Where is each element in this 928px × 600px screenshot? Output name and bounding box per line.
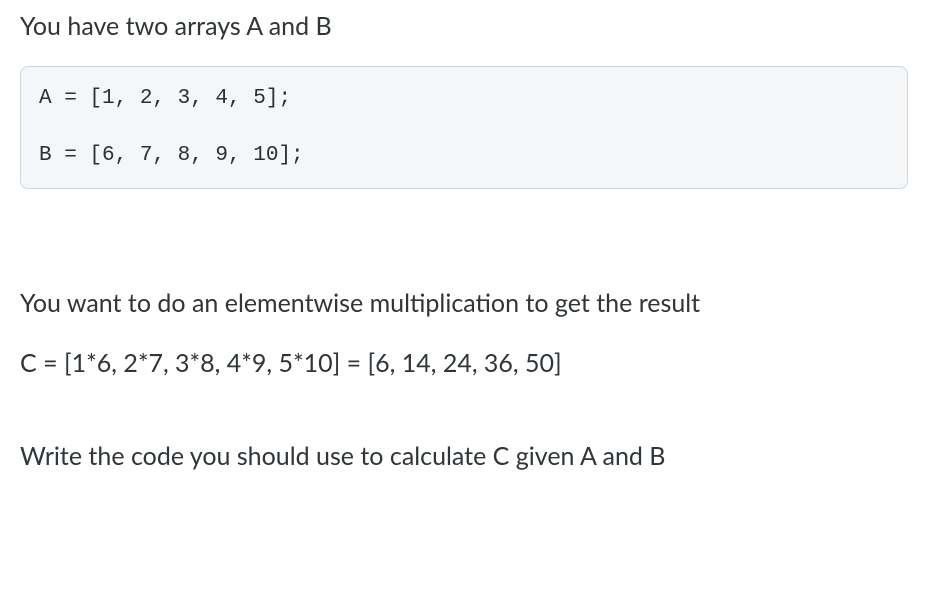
code-blank-line (39, 114, 889, 142)
intro-text: You have two arrays A and B (20, 8, 908, 44)
spacer (20, 382, 908, 438)
code-line-2: B = [6, 7, 8, 9, 10]; (39, 142, 889, 170)
question-body: You have two arrays A and B A = [1, 2, 3… (0, 0, 928, 475)
prompt-text: Write the code you should use to calcula… (20, 438, 908, 474)
code-line-1: A = [1, 2, 3, 4, 5]; (39, 85, 889, 113)
code-block: A = [1, 2, 3, 4, 5]; B = [6, 7, 8, 9, 10]… (20, 66, 908, 189)
result-text: C = [1*6, 2*7, 3*8, 4*9, 5*10] = [6, 14,… (20, 344, 908, 383)
explanation-text: You want to do an elementwise multiplica… (20, 285, 908, 321)
spacer (20, 245, 908, 285)
